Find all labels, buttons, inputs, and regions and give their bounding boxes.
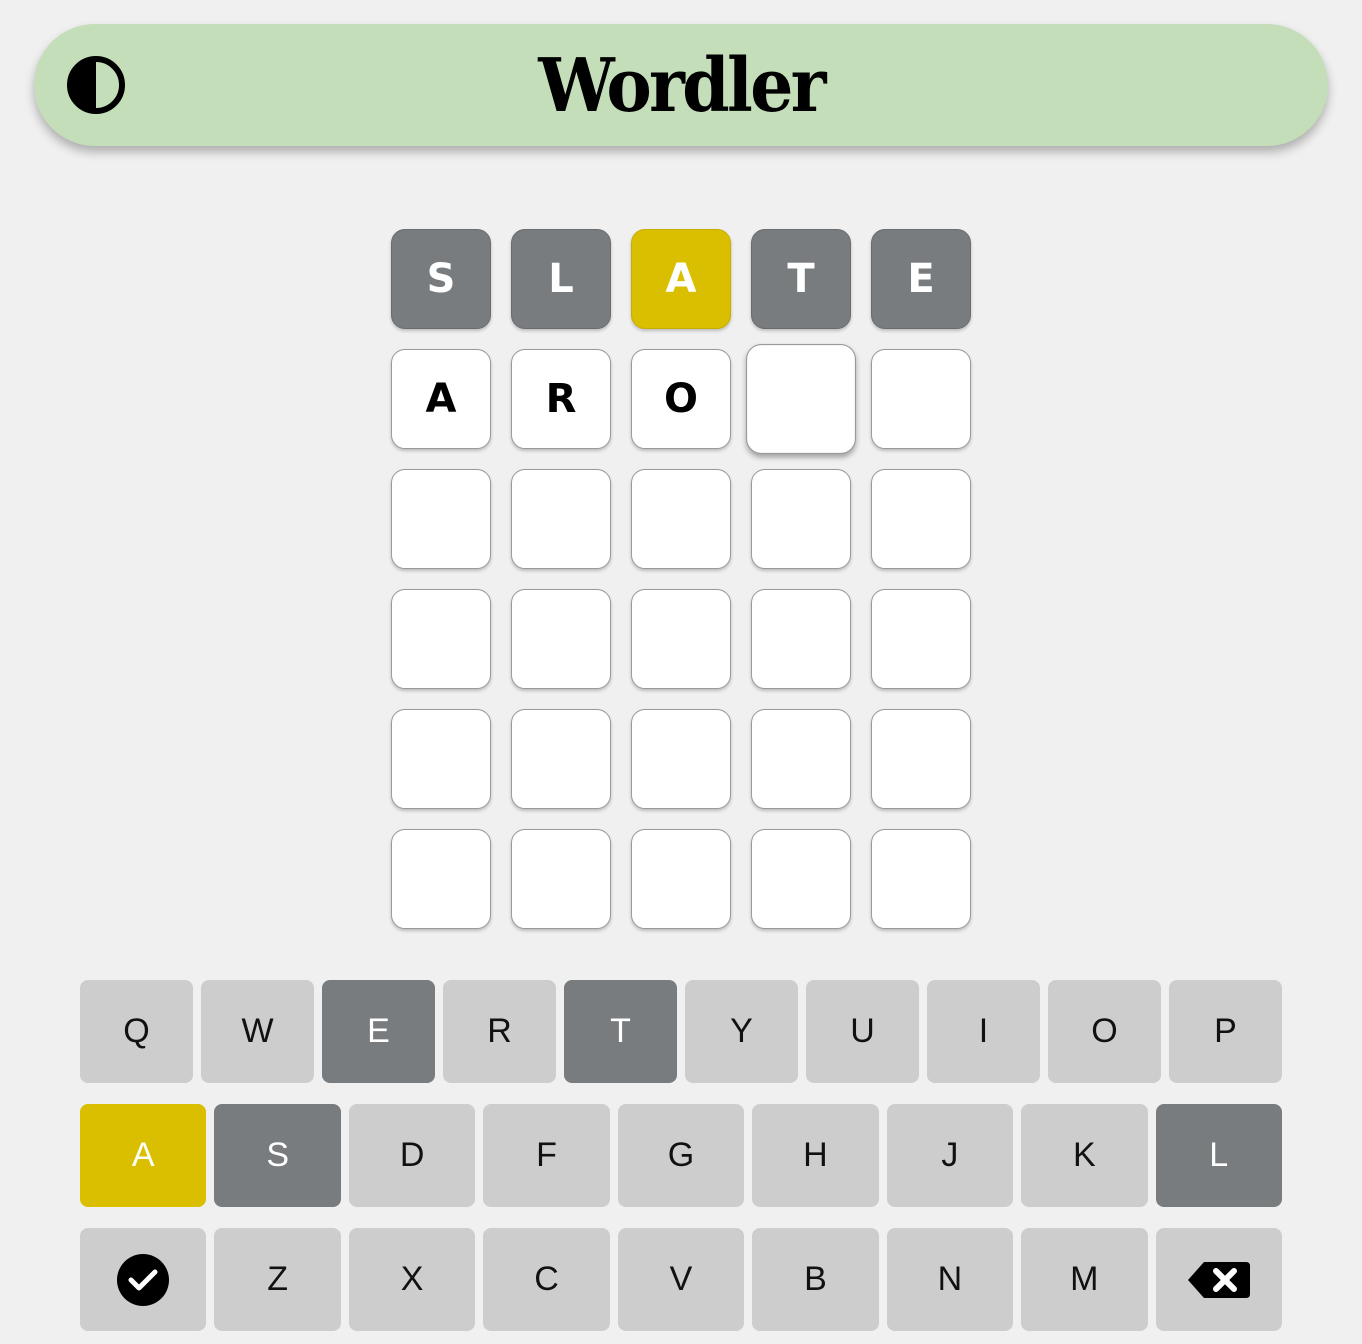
key-u[interactable]: U: [806, 980, 919, 1083]
key-s[interactable]: S: [214, 1104, 341, 1207]
game-board: SLATEARO: [391, 229, 973, 931]
tile-r4-c1: [391, 589, 491, 689]
key-g[interactable]: G: [617, 1104, 745, 1207]
tile-r6-c4: [751, 829, 851, 929]
check-circle-icon: [116, 1253, 170, 1307]
tile-r1-c2: L: [511, 229, 611, 329]
app-header: Wordler: [34, 24, 1328, 146]
key-v[interactable]: V: [617, 1228, 745, 1331]
tile-r6-c1: [391, 829, 491, 929]
tile-r1-c4: T: [751, 229, 851, 329]
key-k[interactable]: K: [1021, 1104, 1148, 1207]
key-p[interactable]: P: [1169, 980, 1282, 1083]
key-f[interactable]: F: [483, 1104, 610, 1207]
key-l[interactable]: L: [1155, 1104, 1282, 1207]
tile-r5-c5: [871, 709, 971, 809]
tile-r5-c3: [631, 709, 731, 809]
key-m[interactable]: M: [1021, 1228, 1148, 1331]
tile-r3-c5: [871, 469, 971, 569]
key-z[interactable]: Z: [214, 1228, 341, 1331]
tile-r5-c4: [751, 709, 851, 809]
tile-r6-c5: [871, 829, 971, 929]
key-b[interactable]: B: [752, 1228, 879, 1331]
tile-r3-c3: [631, 469, 731, 569]
key-w[interactable]: W: [201, 980, 314, 1083]
tile-r5-c1: [391, 709, 491, 809]
tile-r2-c4: [746, 344, 856, 454]
tile-r4-c3: [631, 589, 731, 689]
backspace-key[interactable]: [1155, 1228, 1282, 1331]
key-h[interactable]: H: [752, 1104, 879, 1207]
tile-r1-c3: A: [631, 229, 731, 329]
app-title: Wordler: [538, 43, 826, 129]
key-e[interactable]: E: [322, 980, 435, 1083]
tile-r3-c1: [391, 469, 491, 569]
tile-r4-c4: [751, 589, 851, 689]
tile-r3-c2: [511, 469, 611, 569]
key-x[interactable]: X: [348, 1228, 476, 1331]
key-a[interactable]: A: [80, 1104, 207, 1207]
key-t[interactable]: T: [564, 980, 677, 1083]
key-n[interactable]: N: [886, 1228, 1014, 1331]
tile-r2-c2: R: [511, 349, 611, 449]
tile-r2-c5: [871, 349, 971, 449]
key-c[interactable]: C: [483, 1228, 610, 1331]
key-j[interactable]: J: [886, 1104, 1014, 1207]
backspace-icon: [1186, 1260, 1252, 1300]
key-d[interactable]: D: [348, 1104, 476, 1207]
key-q[interactable]: Q: [80, 980, 193, 1083]
tile-r2-c1: A: [391, 349, 491, 449]
tile-r4-c5: [871, 589, 971, 689]
tile-r2-c3: O: [631, 349, 731, 449]
on-screen-keyboard: QWERTYUIOP ASDFGHJKL ZXCVBNM: [80, 980, 1282, 1332]
key-y[interactable]: Y: [685, 980, 798, 1083]
enter-key[interactable]: [80, 1228, 207, 1331]
key-o[interactable]: O: [1048, 980, 1161, 1083]
tile-r3-c4: [751, 469, 851, 569]
tile-r5-c2: [511, 709, 611, 809]
tile-r1-c5: E: [871, 229, 971, 329]
key-r[interactable]: R: [443, 980, 556, 1083]
key-i[interactable]: I: [927, 980, 1040, 1083]
tile-r6-c2: [511, 829, 611, 929]
tile-r4-c2: [511, 589, 611, 689]
tile-r1-c1: S: [391, 229, 491, 329]
tile-r6-c3: [631, 829, 731, 929]
